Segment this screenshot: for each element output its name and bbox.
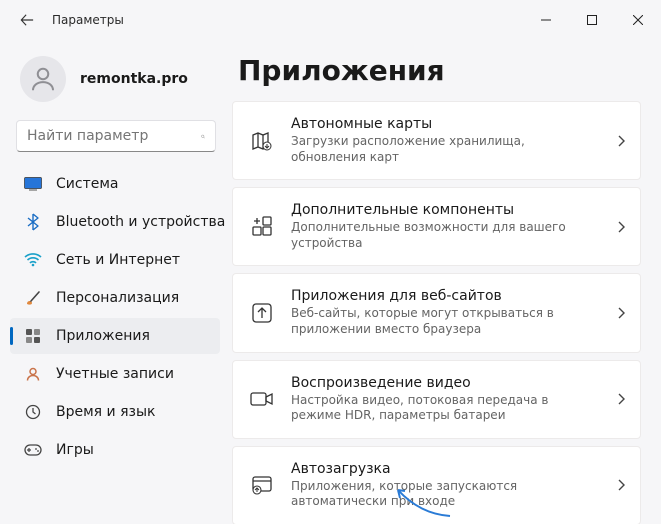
card-title: Автономные карты bbox=[291, 116, 598, 132]
startup-icon bbox=[249, 472, 275, 498]
nav-label: Учетные записи bbox=[56, 366, 174, 382]
card-title: Дополнительные компоненты bbox=[291, 202, 598, 218]
arrow-left-icon bbox=[20, 13, 34, 27]
card-text: Автономные карты Загрузки расположение х… bbox=[291, 116, 598, 165]
titlebar: Параметры bbox=[0, 0, 661, 40]
profile-name: remontka.pro bbox=[80, 71, 188, 87]
nav-label: Bluetooth и устройства bbox=[56, 214, 225, 230]
card-desc: Приложения, которые запускаются автомати… bbox=[291, 479, 598, 510]
add-feature-icon bbox=[249, 214, 275, 240]
chevron-right-icon bbox=[614, 220, 628, 234]
nav-label: Время и язык bbox=[56, 404, 155, 420]
card-title: Воспроизведение видео bbox=[291, 375, 598, 391]
sidebar: remontka.pro Система Bluetooth и устройс… bbox=[0, 40, 226, 524]
profile[interactable]: remontka.pro bbox=[10, 44, 222, 120]
minimize-icon bbox=[541, 15, 551, 25]
back-button[interactable] bbox=[14, 7, 40, 33]
card-apps-for-websites[interactable]: Приложения для веб-сайтов Веб-сайты, кот… bbox=[232, 273, 641, 352]
card-desc: Настройка видео, потоковая передача в ре… bbox=[291, 393, 598, 424]
person-icon bbox=[28, 64, 58, 94]
chevron-right-icon bbox=[614, 392, 628, 406]
nav-label: Сеть и Интернет bbox=[56, 252, 180, 268]
nav-personalization[interactable]: Персонализация bbox=[10, 280, 220, 316]
nav-apps[interactable]: Приложения bbox=[10, 318, 220, 354]
search-icon bbox=[201, 129, 205, 144]
card-offline-maps[interactable]: Автономные карты Загрузки расположение х… bbox=[232, 101, 641, 180]
card-startup[interactable]: Автозагрузка Приложения, которые запуска… bbox=[232, 446, 641, 524]
card-title: Автозагрузка bbox=[291, 461, 598, 477]
nav-network[interactable]: Сеть и Интернет bbox=[10, 242, 220, 278]
nav-time-language[interactable]: Время и язык bbox=[10, 394, 220, 430]
maximize-icon bbox=[587, 15, 597, 25]
clock-icon bbox=[24, 403, 42, 421]
close-button[interactable] bbox=[615, 4, 661, 36]
settings-cards: Автономные карты Загрузки расположение х… bbox=[232, 101, 641, 524]
nav-label: Приложения bbox=[56, 328, 150, 344]
card-text: Воспроизведение видео Настройка видео, п… bbox=[291, 375, 598, 424]
wifi-icon bbox=[24, 251, 42, 269]
window-controls bbox=[523, 4, 661, 36]
card-desc: Загрузки расположение хранилища, обновле… bbox=[291, 134, 598, 165]
nav-label: Персонализация bbox=[56, 290, 179, 306]
website-app-icon bbox=[249, 300, 275, 326]
chevron-right-icon bbox=[614, 478, 628, 492]
nav-system[interactable]: Система bbox=[10, 166, 220, 202]
nav-bluetooth[interactable]: Bluetooth и устройства bbox=[10, 204, 220, 240]
page-title: Приложения bbox=[238, 54, 641, 87]
card-text: Автозагрузка Приложения, которые запуска… bbox=[291, 461, 598, 510]
chevron-right-icon bbox=[614, 134, 628, 148]
chevron-right-icon bbox=[614, 306, 628, 320]
card-optional-features[interactable]: Дополнительные компоненты Дополнительные… bbox=[232, 187, 641, 266]
card-text: Дополнительные компоненты Дополнительные… bbox=[291, 202, 598, 251]
card-desc: Веб-сайты, которые могут открываться в п… bbox=[291, 306, 598, 337]
window-title: Параметры bbox=[52, 13, 124, 27]
nav-label: Игры bbox=[56, 442, 94, 458]
maximize-button[interactable] bbox=[569, 4, 615, 36]
nav-gaming[interactable]: Игры bbox=[10, 432, 220, 468]
search-box[interactable] bbox=[16, 120, 216, 152]
bluetooth-icon bbox=[24, 213, 42, 231]
brush-icon bbox=[24, 289, 42, 307]
nav-accounts[interactable]: Учетные записи bbox=[10, 356, 220, 392]
nav: Система Bluetooth и устройства Сеть и Ин… bbox=[10, 166, 222, 468]
nav-label: Система bbox=[56, 176, 118, 192]
minimize-button[interactable] bbox=[523, 4, 569, 36]
gamepad-icon bbox=[24, 441, 42, 459]
accounts-icon bbox=[24, 365, 42, 383]
display-icon bbox=[24, 175, 42, 193]
apps-icon bbox=[24, 327, 42, 345]
main-content: Приложения Автономные карты Загрузки рас… bbox=[226, 40, 661, 524]
card-text: Приложения для веб-сайтов Веб-сайты, кот… bbox=[291, 288, 598, 337]
search-input[interactable] bbox=[27, 128, 201, 144]
video-icon bbox=[249, 386, 275, 412]
close-icon bbox=[633, 15, 643, 25]
avatar bbox=[20, 56, 66, 102]
card-desc: Дополнительные возможности для вашего ус… bbox=[291, 220, 598, 251]
card-video-playback[interactable]: Воспроизведение видео Настройка видео, п… bbox=[232, 360, 641, 439]
card-title: Приложения для веб-сайтов bbox=[291, 288, 598, 304]
map-icon bbox=[249, 128, 275, 154]
